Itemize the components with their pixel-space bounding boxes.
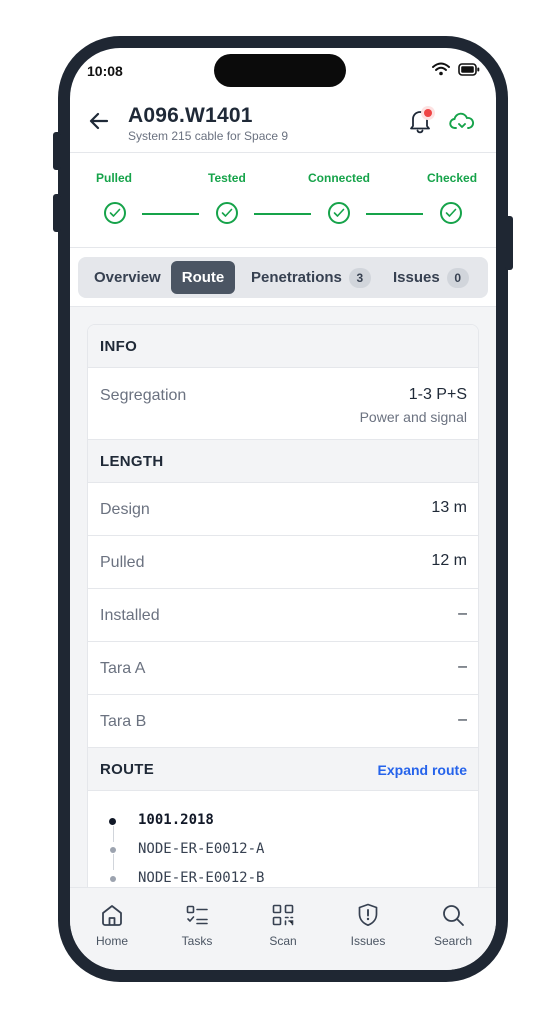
step-check-pulled <box>104 202 126 224</box>
route-item[interactable]: NODE-ER-E0012-A <box>138 841 264 857</box>
header: A096.W1401 System 215 cable for Space 9 <box>70 96 496 152</box>
tasks-icon <box>186 905 208 925</box>
count-badge: 0 <box>446 267 469 288</box>
tab-label: Overview <box>94 269 161 286</box>
nav-scan[interactable]: Scan <box>248 902 318 948</box>
row-label: Pulled <box>100 554 145 571</box>
search-icon <box>443 905 464 926</box>
battery-icon <box>458 62 480 76</box>
step-label-connected: Connected <box>308 171 371 185</box>
status-bar: 10:08 <box>70 48 496 96</box>
segregation-row: Segregation 1-3 P+S Power and signal <box>88 368 478 440</box>
length-row-tara-b: Tara B – <box>88 695 478 748</box>
expand-route-link[interactable]: Expand route <box>378 762 467 778</box>
progress-stepper: Pulled Tested Connected Checked <box>70 153 496 249</box>
nav-home[interactable]: Home <box>77 902 147 948</box>
section-header-length: LENGTH <box>88 440 478 483</box>
section-title: LENGTH <box>100 453 164 470</box>
route-item[interactable]: NODE-ER-E0012-B <box>138 870 264 886</box>
app-screen: 10:08 A096.W1401 System 215 cable for Sp… <box>70 48 496 970</box>
route-connector <box>113 826 114 842</box>
check-icon <box>445 208 457 217</box>
step-label-pulled: Pulled <box>96 171 133 185</box>
route-node-dot <box>110 847 116 853</box>
length-row-pulled: Pulled 12 m <box>88 536 478 589</box>
power-button <box>505 216 513 270</box>
qr-scan-icon <box>272 904 294 926</box>
length-row-tara-a: Tara A – <box>88 642 478 695</box>
route-card: INFO Segregation 1-3 P+S Power and signa… <box>87 324 479 887</box>
nav-label: Scan <box>269 934 297 948</box>
route-node-dot <box>110 876 116 882</box>
row-value: – <box>458 711 467 728</box>
dynamic-island <box>214 54 346 87</box>
nav-label: Tasks <box>181 934 213 948</box>
tab-bar: Overview Route Penetrations 3 Issues 0 <box>78 257 488 298</box>
tab-label: Penetrations <box>251 269 342 286</box>
step-connector <box>142 213 199 215</box>
section-title: INFO <box>100 338 138 355</box>
nav-label: Home <box>95 934 128 948</box>
row-value: 13 m <box>431 499 467 516</box>
wifi-icon <box>432 62 450 76</box>
tab-issues[interactable]: Issues 0 <box>393 261 469 294</box>
bottom-nav: Home Tasks Scan Issues Search <box>70 887 496 970</box>
row-value: – <box>458 605 467 622</box>
length-row-design: Design 13 m <box>88 483 478 536</box>
route-node-dot <box>109 818 116 825</box>
row-label: Design <box>100 501 150 518</box>
nav-label: Search <box>433 934 473 948</box>
nav-label: Issues <box>350 934 386 948</box>
check-icon <box>221 208 233 217</box>
route-list: 1001.2018 NODE-ER-E0012-A NODE-ER-E0012-… <box>88 792 478 887</box>
notification-dot <box>424 109 432 117</box>
tab-label: Issues <box>393 269 440 286</box>
row-label: Installed <box>100 607 160 624</box>
row-subvalue: Power and signal <box>359 409 467 425</box>
nav-issues[interactable]: Issues <box>333 902 403 948</box>
route-item[interactable]: 1001.2018 <box>138 812 214 828</box>
back-arrow-icon[interactable] <box>88 110 110 132</box>
sync-button[interactable] <box>448 108 476 136</box>
issues-shield-icon <box>358 903 378 927</box>
count-badge: 3 <box>348 267 371 288</box>
section-title: ROUTE <box>100 761 154 778</box>
check-icon <box>333 208 345 217</box>
nav-search[interactable]: Search <box>418 902 488 948</box>
page-title: A096.W1401 <box>128 104 253 127</box>
tab-route[interactable]: Route <box>171 261 235 294</box>
check-icon <box>109 208 121 217</box>
tab-label: Route <box>181 269 225 286</box>
notifications-button[interactable] <box>406 106 436 136</box>
length-row-installed: Installed – <box>88 589 478 642</box>
status-icons <box>432 62 480 76</box>
row-label: Segregation <box>100 387 187 404</box>
route-content[interactable]: INFO Segregation 1-3 P+S Power and signa… <box>70 307 496 887</box>
row-value: 1-3 P+S <box>408 386 467 403</box>
step-label-checked: Checked <box>427 171 478 185</box>
volume-down-button <box>53 194 61 232</box>
home-icon <box>102 905 122 926</box>
step-check-tested <box>216 202 238 224</box>
status-time: 10:08 <box>87 63 123 79</box>
volume-up-button <box>53 132 61 170</box>
step-check-checked <box>440 202 462 224</box>
section-header-info: INFO <box>88 325 478 368</box>
tab-overview[interactable]: Overview <box>94 261 161 294</box>
row-value: 12 m <box>431 552 467 569</box>
row-label: Tara A <box>100 660 146 677</box>
nav-tasks[interactable]: Tasks <box>162 902 232 948</box>
section-header-route: ROUTE Expand route <box>88 748 478 791</box>
step-connector <box>254 213 311 215</box>
row-label: Tara B <box>100 713 147 730</box>
step-check-connected <box>328 202 350 224</box>
page-subtitle: System 215 cable for Space 9 <box>128 129 289 143</box>
row-value: – <box>458 658 467 675</box>
cloud-sync-icon <box>449 112 475 129</box>
step-label-tested: Tested <box>208 171 246 185</box>
route-connector <box>113 854 114 870</box>
tab-penetrations[interactable]: Penetrations 3 <box>251 261 371 294</box>
progress-divider <box>70 247 496 248</box>
step-connector <box>366 213 423 215</box>
